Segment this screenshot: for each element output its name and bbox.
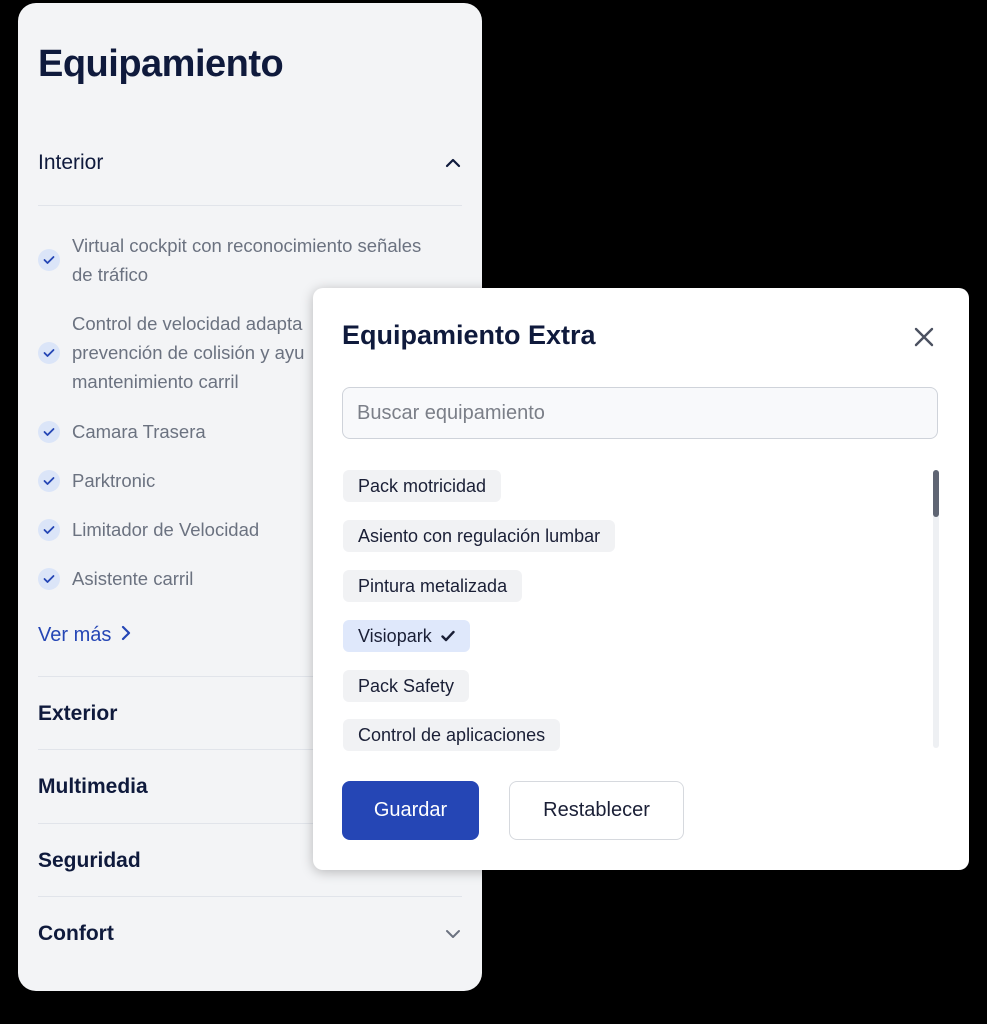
check-icon bbox=[38, 249, 60, 271]
checkmark-icon bbox=[441, 630, 455, 642]
option-chip[interactable]: Pintura metalizada bbox=[343, 570, 523, 602]
scrollbar-thumb[interactable] bbox=[933, 470, 939, 517]
divider bbox=[38, 205, 462, 206]
option-label: Control de aplicaciones bbox=[358, 724, 546, 745]
option-chip-selected[interactable]: Visiopark bbox=[343, 620, 470, 652]
check-icon bbox=[38, 518, 60, 541]
section-interior-toggle[interactable]: Interior bbox=[38, 143, 462, 183]
feature-label: Virtual cockpit con reconocimiento señal… bbox=[72, 235, 422, 256]
see-more-link[interactable]: Ver más bbox=[38, 624, 131, 647]
feature-label: Asistente carril bbox=[72, 568, 194, 589]
feature-label: Camara Trasera bbox=[72, 421, 206, 442]
section-confort-toggle[interactable]: Confort bbox=[38, 914, 462, 954]
chevron-up-icon bbox=[444, 154, 462, 172]
section-exterior-label: Exterior bbox=[38, 702, 118, 725]
extra-equipment-modal: Equipamiento Extra Pack motricidad Asien… bbox=[313, 288, 969, 870]
option-label: Pack Safety bbox=[358, 675, 455, 696]
panel-title: Equipamiento bbox=[38, 43, 284, 85]
feature-label: prevención de colisión y ayu bbox=[72, 342, 305, 363]
option-label: Asiento con regulación lumbar bbox=[358, 525, 601, 546]
close-icon[interactable] bbox=[911, 324, 937, 350]
option-label: Pack motricidad bbox=[358, 475, 487, 496]
chevron-right-icon bbox=[121, 624, 131, 647]
option-label: Pintura metalizada bbox=[358, 575, 508, 596]
modal-title: Equipamiento Extra bbox=[342, 320, 596, 350]
feature-label: Control de velocidad adapta bbox=[72, 313, 303, 334]
feature-label: Limitador de Velocidad bbox=[72, 519, 260, 540]
feature-label: Parktronic bbox=[72, 470, 156, 491]
check-icon bbox=[38, 567, 60, 590]
reset-button[interactable]: Restablecer bbox=[509, 781, 684, 840]
option-chip[interactable]: Asiento con regulación lumbar bbox=[343, 520, 616, 552]
chevron-down-icon bbox=[444, 925, 462, 943]
check-icon bbox=[38, 341, 60, 364]
feature-label: mantenimiento carril bbox=[72, 371, 239, 392]
section-interior-label: Interior bbox=[38, 151, 104, 174]
option-label: Visiopark bbox=[358, 625, 432, 646]
search-input[interactable] bbox=[342, 387, 938, 439]
feature-item: Virtual cockpit con reconocimiento señal… bbox=[38, 231, 458, 289]
option-chip[interactable]: Pack Safety bbox=[343, 670, 470, 702]
see-more-label: Ver más bbox=[38, 624, 112, 646]
section-seguridad-label: Seguridad bbox=[38, 849, 141, 872]
check-icon bbox=[38, 420, 60, 443]
save-button[interactable]: Guardar bbox=[342, 781, 479, 840]
section-multimedia-label: Multimedia bbox=[38, 775, 148, 798]
check-icon bbox=[38, 469, 60, 492]
divider bbox=[38, 896, 462, 897]
option-chip[interactable]: Control de aplicaciones bbox=[343, 719, 561, 751]
feature-label: de tráfico bbox=[72, 264, 149, 285]
option-chip[interactable]: Pack motricidad bbox=[343, 470, 502, 502]
scrollbar-track[interactable] bbox=[933, 470, 939, 748]
section-confort-label: Confort bbox=[38, 922, 114, 945]
